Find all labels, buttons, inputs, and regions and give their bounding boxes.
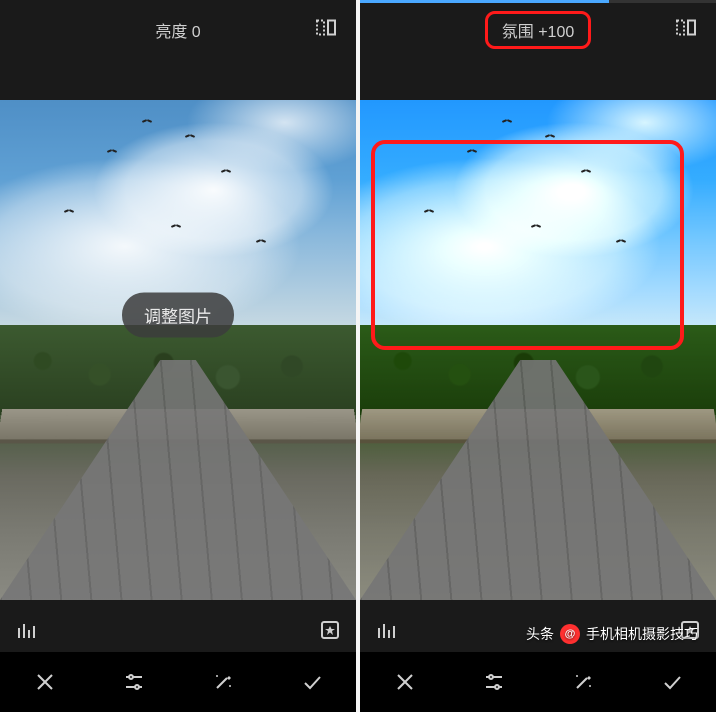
parameter-readout: 氛围 +100	[485, 11, 592, 49]
right-editor-panel: 氛围 +100	[360, 0, 716, 712]
image-canvas[interactable]: 调整图片	[0, 100, 356, 612]
watermark-account: 手机相机摄影技巧	[586, 624, 698, 644]
confirm-button[interactable]	[648, 658, 696, 706]
histogram-icon[interactable]	[374, 618, 398, 647]
magic-wand-button[interactable]	[559, 658, 607, 706]
watermark-logo-icon: @	[560, 624, 580, 644]
magic-wand-button[interactable]	[199, 658, 247, 706]
edited-photo: 调整图片	[0, 100, 356, 600]
top-bar: 氛围 +100	[360, 0, 716, 60]
close-button[interactable]	[381, 658, 429, 706]
confirm-button[interactable]	[288, 658, 336, 706]
star-icon[interactable]	[318, 618, 342, 647]
adjust-sliders-button[interactable]	[110, 658, 158, 706]
edited-photo	[360, 100, 716, 600]
bottom-toolbar	[360, 652, 716, 712]
watermark-prefix: 头条	[526, 624, 554, 644]
image-canvas[interactable]	[360, 100, 716, 612]
histogram-icon[interactable]	[14, 618, 38, 647]
compare-icon[interactable]	[314, 16, 338, 45]
top-bar: 亮度 0	[0, 0, 356, 60]
watermark: 头条 @ 手机相机摄影技巧	[526, 624, 698, 644]
left-editor-panel: 亮度 0 调整图片	[0, 0, 356, 712]
annotation-highlight-box	[371, 140, 684, 350]
footer-icons	[0, 612, 356, 652]
bottom-toolbar	[0, 652, 356, 712]
compare-icon[interactable]	[674, 16, 698, 45]
close-button[interactable]	[21, 658, 69, 706]
adjust-sliders-button[interactable]	[470, 658, 518, 706]
tool-toast: 调整图片	[122, 293, 234, 338]
parameter-readout: 亮度 0	[141, 14, 214, 46]
